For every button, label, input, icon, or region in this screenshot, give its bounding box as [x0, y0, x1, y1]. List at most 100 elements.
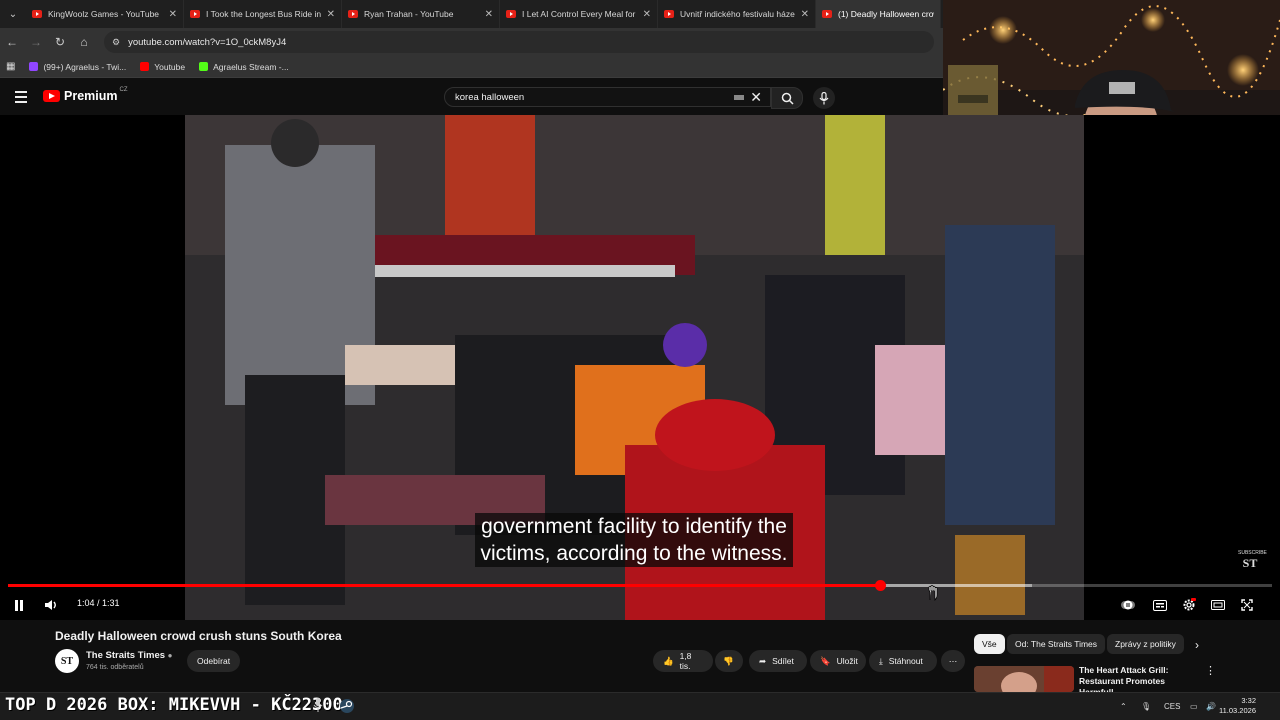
close-tab-icon[interactable]: ✕: [485, 9, 493, 20]
chips-next-chevron-icon[interactable]: ›: [1195, 638, 1199, 652]
speaker-icon[interactable]: 🔊: [1206, 693, 1216, 720]
save-button[interactable]: 🔖 Uložit: [810, 650, 866, 672]
network-icon[interactable]: ▭: [1190, 693, 1198, 720]
volume-button[interactable]: [42, 593, 60, 617]
search-input[interactable]: korea halloween ✕: [444, 87, 771, 107]
browser-tab[interactable]: Ryan Trahan - YouTube ✕: [342, 0, 500, 28]
url-text: youtube.com/watch?v=1O_0ckM8yJ4: [128, 36, 287, 48]
recommended-more-icon[interactable]: ⋮: [1205, 664, 1216, 677]
bookmark-icon: 🔖: [820, 655, 831, 666]
channel-watermark[interactable]: SUBSCRIBE ST: [1238, 550, 1267, 571]
chip-all[interactable]: Vše: [974, 634, 1005, 654]
recommended-video-thumbnail[interactable]: [974, 666, 1074, 692]
tab-title: Uvnitř indického festivalu házení: [680, 9, 795, 19]
pause-icon: [15, 599, 23, 611]
stream-ticker-overlay: TOP D 2026 BOX: MIKEVVH - KČ22300: [5, 695, 343, 715]
tray-overflow-chevron-icon[interactable]: ⌃: [1120, 693, 1127, 720]
video-player[interactable]: government facility to identify the vict…: [0, 115, 1280, 620]
autoplay-toggle[interactable]: [1120, 593, 1136, 617]
search-query-text: korea halloween: [455, 91, 525, 103]
browser-tab[interactable]: I Took the Longest Bus Ride in A ✕: [184, 0, 342, 28]
site-info-icon[interactable]: ⚙: [112, 37, 120, 48]
theater-mode-icon: [1211, 600, 1225, 610]
share-button[interactable]: ➦ Sdílet: [749, 650, 807, 672]
youtube-favicon-icon: [32, 10, 42, 18]
chip-from-channel[interactable]: Od: The Straits Times: [1007, 634, 1106, 654]
watermark-logo: ST: [1242, 556, 1258, 570]
thumbs-up-icon: 👍: [663, 655, 674, 666]
youtube-premium-logo[interactable]: Premium CZ: [43, 87, 128, 103]
steam-taskbar-icon[interactable]: [339, 698, 355, 719]
browser-tab-active[interactable]: (1) Deadly Halloween crowd: [816, 0, 941, 28]
video-title: Deadly Halloween crowd crush stuns South…: [55, 629, 342, 643]
obs-taskbar-icon[interactable]: [312, 698, 324, 717]
bookmarks-bar: ▦ (99+) Agraelus - Twi... Youtube Agrael…: [0, 56, 943, 78]
bookmark-twitch[interactable]: (99+) Agraelus - Twi...: [29, 62, 126, 72]
close-tab-icon[interactable]: ✕: [643, 9, 651, 20]
clock-time: 3:32: [1241, 696, 1256, 705]
forward-arrow-icon[interactable]: →: [24, 35, 48, 49]
share-arrow-icon: ➦: [759, 655, 767, 666]
progress-bar[interactable]: [8, 580, 1272, 591]
close-tab-icon[interactable]: ✕: [169, 9, 177, 20]
url-field[interactable]: ⚙ youtube.com/watch?v=1O_0ckM8yJ4: [104, 31, 934, 53]
verified-icon: ●: [167, 651, 173, 660]
search-button[interactable]: [771, 87, 803, 109]
browser-tab[interactable]: Uvnitř indického festivalu házení ✕: [658, 0, 816, 28]
like-button[interactable]: 👍 1,8 tis.: [653, 650, 713, 672]
subtitle-captions: government facility to identify the vict…: [459, 513, 809, 567]
subtitle-line-1: government facility to identify the: [475, 513, 793, 540]
player-controls: 1:04 / 1:31: [0, 593, 1280, 617]
progress-played: [8, 584, 881, 587]
tab-search-chevron-icon[interactable]: ⌄: [0, 0, 26, 28]
download-button[interactable]: ⤓ Stáhnout: [869, 650, 937, 672]
tab-title: (1) Deadly Halloween crowd: [838, 9, 934, 19]
youtube-favicon-icon: [506, 10, 516, 18]
bookmark-label: (99+) Agraelus - Twi...: [43, 61, 127, 72]
keyboard-icon[interactable]: [734, 95, 744, 100]
system-clock[interactable]: 3:32 11.03.2026: [1219, 696, 1256, 716]
youtube-favicon-icon: [190, 10, 200, 18]
download-label: Stáhnout: [888, 656, 923, 666]
more-actions-button[interactable]: ⋯: [941, 650, 965, 672]
kick-icon: [199, 62, 209, 71]
youtube-favicon-icon: [822, 10, 832, 18]
language-indicator[interactable]: CES: [1164, 693, 1180, 720]
download-icon: ⤓: [879, 655, 883, 666]
unsubscribe-button[interactable]: Odebírat: [187, 650, 241, 672]
clock-date: 11.03.2026: [1219, 706, 1256, 715]
subscriber-count: 764 tis. odběratelů: [86, 664, 144, 671]
channel-name-text: The Straits Times: [86, 650, 166, 661]
youtube-play-icon: [43, 90, 60, 102]
close-tab-icon[interactable]: ✕: [327, 9, 335, 20]
tray-microphone-icon[interactable]: 🎙: [1141, 693, 1151, 720]
youtube-header: Premium CZ korea halloween ✕: [0, 79, 943, 115]
twitch-icon: [29, 62, 39, 71]
fullscreen-button[interactable]: [1238, 593, 1256, 617]
back-arrow-icon[interactable]: ←: [0, 35, 24, 49]
address-bar-row: ← → ↻ ⌂ ⚙ youtube.com/watch?v=1O_0ckM8yJ…: [0, 28, 943, 56]
theater-mode-button[interactable]: [1209, 593, 1227, 617]
menu-hamburger-icon[interactable]: [15, 91, 27, 106]
browser-tab[interactable]: I Let AI Control Every Meal for 7 ✕: [500, 0, 658, 28]
bookmark-kick[interactable]: Agraelus Stream -...: [199, 62, 289, 72]
close-tab-icon[interactable]: ✕: [801, 9, 809, 20]
channel-avatar[interactable]: ST: [55, 649, 79, 673]
chip-politics[interactable]: Zprávy z politiky: [1107, 634, 1184, 654]
channel-name[interactable]: The Straits Times ●: [86, 650, 173, 661]
bookmark-label: Youtube: [154, 61, 186, 72]
reload-icon[interactable]: ↻: [48, 35, 72, 49]
settings-button[interactable]: [1180, 593, 1198, 617]
search-icon: [781, 92, 794, 105]
pause-button[interactable]: [10, 593, 28, 617]
thumbnail-image: [974, 666, 1074, 692]
tab-title: Ryan Trahan - YouTube: [364, 9, 454, 19]
bookmark-youtube[interactable]: Youtube: [140, 62, 185, 72]
voice-search-button[interactable]: [813, 87, 835, 109]
subtitles-button[interactable]: [1151, 593, 1169, 617]
home-icon[interactable]: ⌂: [72, 35, 96, 49]
apps-grid-icon[interactable]: ▦: [6, 61, 15, 72]
clear-search-icon[interactable]: ✕: [750, 89, 762, 106]
browser-tab[interactable]: KingWoolz Games - YouTube ✕: [26, 0, 184, 28]
dislike-button[interactable]: 👎: [715, 650, 743, 672]
